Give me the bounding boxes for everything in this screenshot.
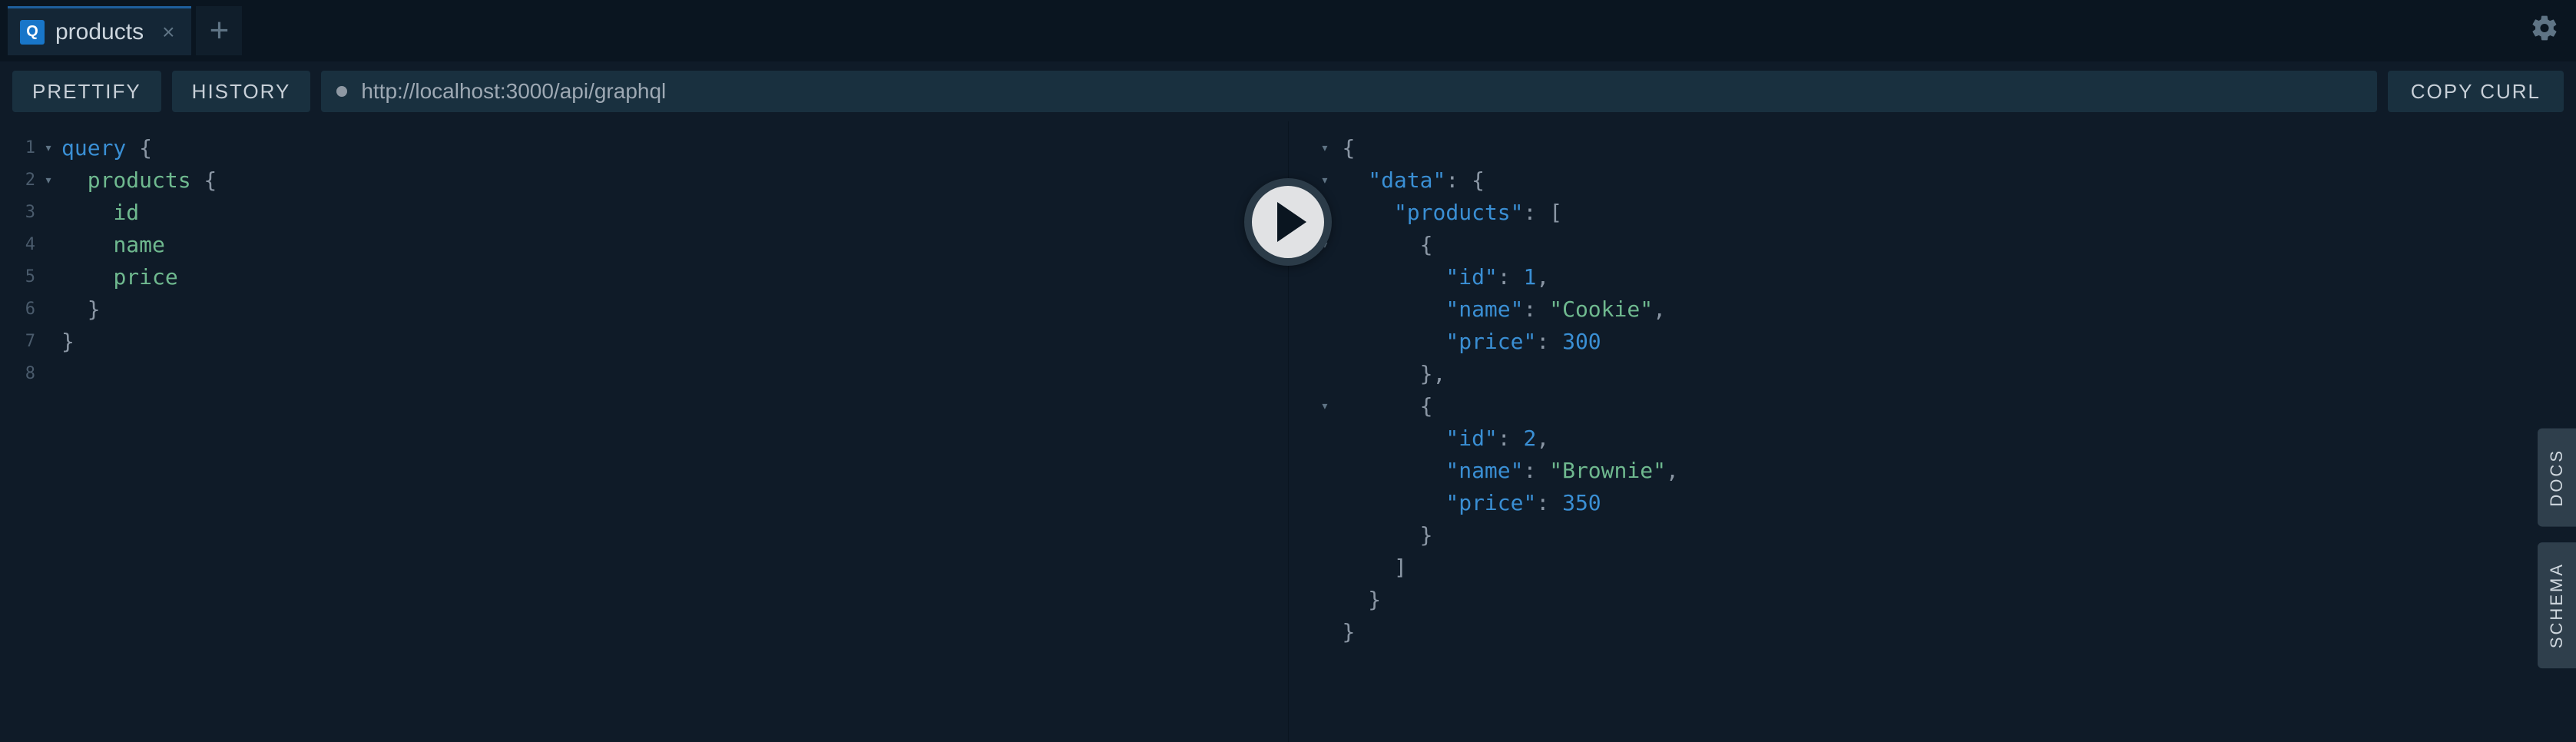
line-gutter: 12345678: [0, 132, 40, 390]
plus-icon: +: [210, 12, 230, 50]
url-field-wrap[interactable]: [321, 71, 2376, 112]
tab-bar: Q products × +: [0, 0, 2576, 61]
toolbar: PRETTIFY HISTORY COPY CURL: [0, 61, 2576, 121]
docs-tab[interactable]: DOCS: [2538, 429, 2576, 527]
tab-products[interactable]: Q products ×: [8, 6, 191, 55]
schema-tab[interactable]: SCHEMA: [2538, 542, 2576, 668]
side-panel-tabs: DOCS SCHEMA: [2538, 429, 2576, 668]
app-root: Q products × + PRETTIFY HISTORY COPY CUR…: [0, 0, 2576, 742]
close-icon[interactable]: ×: [162, 20, 174, 45]
prettify-button[interactable]: PRETTIFY: [12, 71, 161, 112]
query-editor[interactable]: 12345678 ▾▾ query { products { id name p…: [0, 121, 1289, 742]
copy-curl-button[interactable]: COPY CURL: [2388, 71, 2564, 112]
result-pane: ▾▾▾▾▾ { "data": { "products": [ { "id": …: [1289, 121, 2576, 742]
status-dot-icon: [336, 86, 347, 97]
endpoint-input[interactable]: [361, 79, 2361, 104]
gear-icon: [2530, 14, 2559, 43]
add-tab-button[interactable]: +: [196, 6, 242, 55]
result-code: { "data": { "products": [ { "id": 1, "na…: [1289, 132, 2576, 648]
main-split: 12345678 ▾▾ query { products { id name p…: [0, 121, 2576, 742]
tab-title: products: [55, 19, 144, 45]
fold-gutter: ▾▾: [40, 132, 57, 390]
query-code[interactable]: query { products { id name price }}: [0, 132, 1288, 390]
play-icon: [1277, 202, 1306, 242]
history-button[interactable]: HISTORY: [172, 71, 311, 112]
settings-button[interactable]: [2530, 14, 2559, 48]
tab-query-icon: Q: [20, 20, 45, 45]
run-query-button[interactable]: [1244, 178, 1332, 266]
